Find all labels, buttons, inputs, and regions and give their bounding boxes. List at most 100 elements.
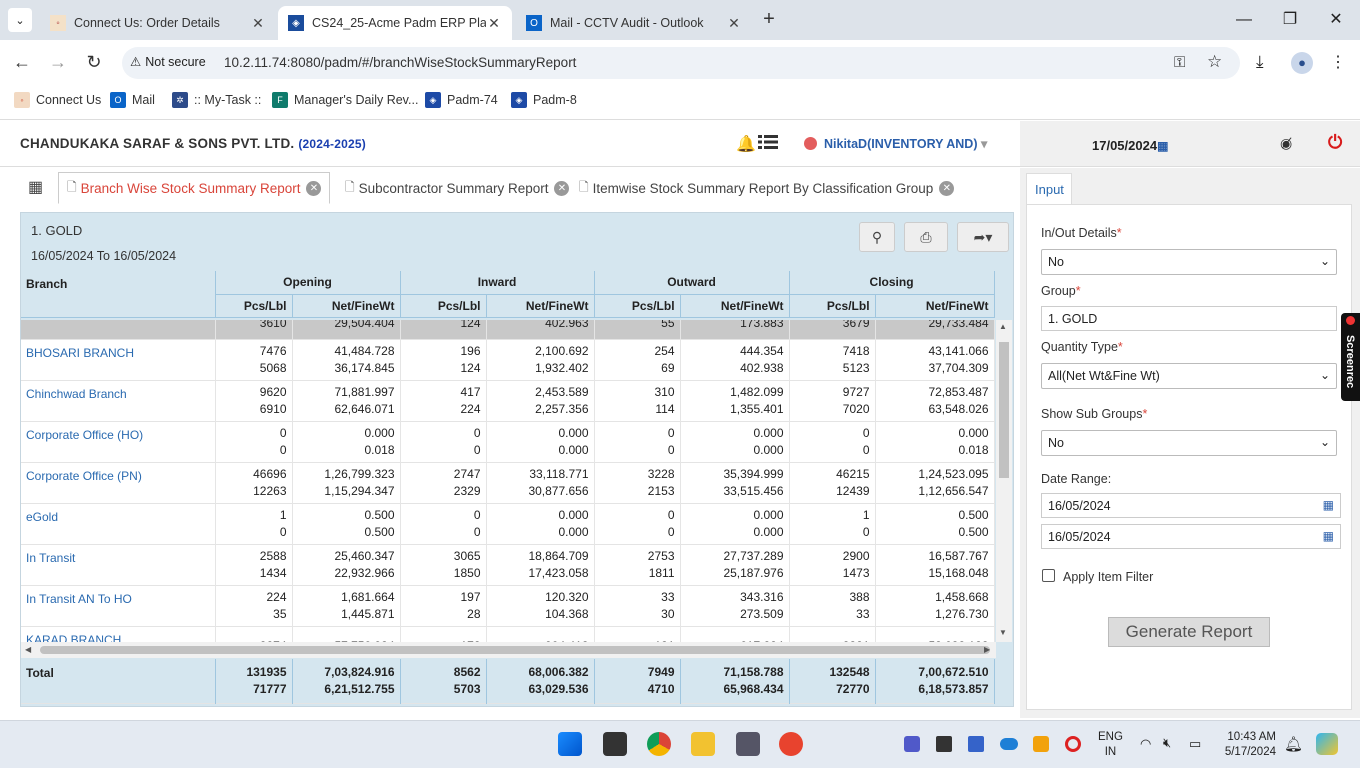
battery-icon[interactable]: ▭ xyxy=(1189,736,1201,752)
table-row[interactable]: Corporate Office (HO) 0 0 0.000 0.018 0 0 0.000… xyxy=(21,421,995,462)
notes-app-icon[interactable] xyxy=(603,732,627,756)
table-row[interactable]: eGold 1 0 0.500 0.500 0 0 0.000 0.000 0 0 0.000 0.00… xyxy=(21,503,995,544)
date-to-input[interactable]: 16/05/2024 ▦ xyxy=(1041,524,1341,549)
profile-avatar-icon[interactable]: ● xyxy=(1291,52,1313,74)
col-opening-wt[interactable]: Net/FineWt xyxy=(292,294,401,318)
bookmark-connect-us[interactable]: ◦ Connect Us xyxy=(14,92,101,108)
windows-start-icon[interactable] xyxy=(558,732,582,756)
apply-item-filter-label[interactable]: Apply Item Filter xyxy=(1063,570,1153,584)
bookmark-star-icon[interactable]: ☆ xyxy=(1207,52,1222,72)
branch-name[interactable]: BHOSARI BRANCH xyxy=(21,339,216,380)
wps-office-icon[interactable] xyxy=(779,732,803,756)
col-inward-wt[interactable]: Net/FineWt xyxy=(486,294,595,318)
reload-button[interactable]: ↻ xyxy=(82,50,106,74)
onedrive-icon[interactable] xyxy=(1000,738,1018,750)
branch-name[interactable]: eGold xyxy=(21,503,216,544)
table-row[interactable]: Chinchwad Branch 9620 6910 71,881.997 62,646… xyxy=(21,380,995,421)
share-button[interactable]: ➦▾ xyxy=(957,222,1009,252)
quantity-type-select[interactable]: All(Net Wt&Fine Wt) ⌄ xyxy=(1041,363,1337,389)
group-input[interactable]: 1. GOLD xyxy=(1041,306,1337,331)
table-row[interactable]: Corporate Office (PN) 46696 12263 1,26,799.… xyxy=(21,462,995,503)
restore-button[interactable]: ❐ xyxy=(1276,8,1304,32)
col-branch[interactable]: Branch xyxy=(21,271,216,318)
branch-name[interactable]: In Transit xyxy=(21,544,216,585)
bookmark-my-task[interactable]: ✲:: My-Task :: xyxy=(172,92,261,108)
table-row[interactable]: AKURDI BRANCH 3610 29,504.404 124 402.963 55 1… xyxy=(21,320,995,339)
calendar-icon[interactable]: ▦ xyxy=(1323,498,1334,512)
bell-icon[interactable]: 🔔 xyxy=(736,134,756,154)
tab-branch-wise-stock[interactable]: 🗋 Branch Wise Stock Summary Report ✕ xyxy=(58,172,331,204)
close-tab-icon[interactable]: ✕ xyxy=(554,180,570,196)
close-window-button[interactable]: ✕ xyxy=(1322,8,1350,32)
eye-hidden-icon[interactable]: ◉̸ xyxy=(1280,135,1292,152)
close-tab-icon[interactable]: ✕ xyxy=(939,180,955,196)
bookmark-mail[interactable]: O Mail xyxy=(110,92,155,108)
language-indicator[interactable]: ENG IN xyxy=(1098,730,1123,760)
apply-item-filter-checkbox[interactable] xyxy=(1042,569,1055,582)
bookmark-padm-74[interactable]: ◈ Padm-74 xyxy=(425,92,498,108)
table-row[interactable]: In Transit 2588 1434 25,460.347 22,932.966 30… xyxy=(21,544,995,585)
clock[interactable]: 10:43 AM 5/17/2024 xyxy=(1218,730,1276,760)
url-text[interactable]: 10.2.11.74:8080/padm/#/branchWiseStockSu… xyxy=(224,55,576,70)
date-from-input[interactable]: 16/05/2024 ▦ xyxy=(1041,493,1341,518)
password-key-icon[interactable]: ⚿ xyxy=(1174,54,1185,71)
table-row[interactable]: KARAD BRANCH827457,750.934178904.4131316… xyxy=(21,626,995,642)
inout-select[interactable]: No ⌄ xyxy=(1041,249,1337,275)
browser-menu-icon[interactable]: ⋮ xyxy=(1330,52,1346,72)
app-tray-icon[interactable] xyxy=(968,736,984,752)
new-tab-button[interactable]: + xyxy=(758,8,780,32)
show-subgroups-select[interactable]: No ⌄ xyxy=(1041,430,1337,456)
generate-report-button[interactable]: Generate Report xyxy=(1108,617,1270,647)
tab-subcontractor-summary[interactable]: 🗋 Subcontractor Summary Report ✕ xyxy=(336,172,578,204)
scroll-right-icon[interactable]: ▶ xyxy=(984,645,990,654)
browser-tab-connect-us[interactable]: ◦ Connect Us: Order Details ✕ xyxy=(40,6,276,40)
scroll-left-icon[interactable]: ◀ xyxy=(25,645,31,654)
branch-name[interactable]: In Transit AN To HO xyxy=(21,585,216,626)
col-outward-pcs[interactable]: Pcs/Lbl xyxy=(594,294,681,318)
tab-itemwise-stock-summary[interactable]: 🗋 Itemwise Stock Summary Report By Classi… xyxy=(570,172,963,204)
wifi-icon[interactable]: ◠ xyxy=(1140,736,1151,752)
location-button[interactable]: ⚲ xyxy=(859,222,895,252)
current-date[interactable]: 17/05/2024▦ xyxy=(1092,138,1168,153)
close-tab-icon[interactable]: ✕ xyxy=(250,15,266,32)
col-closing-pcs[interactable]: Pcs/Lbl xyxy=(789,294,876,318)
user-menu[interactable]: NikitaD(INVENTORY AND) ▾ xyxy=(824,136,987,151)
power-icon[interactable]: ⏻ xyxy=(1328,132,1342,153)
tab-search-button[interactable]: ⌄ xyxy=(8,8,32,32)
table-row[interactable]: BHOSARI BRANCH 7476 5068 41,484.728 36,174.8… xyxy=(21,339,995,380)
browser-tab-erp[interactable]: ◈ CS24_25-Acme Padm ERP Platfo ✕ xyxy=(278,6,512,40)
app-camera-icon[interactable] xyxy=(736,732,760,756)
app-tray-icon[interactable] xyxy=(936,736,952,752)
calendar-icon[interactable]: ▦ xyxy=(1323,529,1334,543)
download-icon[interactable]: ⤓ xyxy=(1256,52,1264,72)
security-indicator[interactable]: ⚠ Not secure xyxy=(130,54,206,70)
security-shield-icon[interactable] xyxy=(1033,736,1049,752)
col-closing-wt[interactable]: Net/FineWt xyxy=(875,294,995,318)
teams-icon[interactable] xyxy=(904,736,920,752)
file-explorer-icon[interactable] xyxy=(691,732,715,756)
scroll-down-icon[interactable]: ▼ xyxy=(999,628,1007,637)
print-button[interactable]: ⎙ xyxy=(904,222,948,252)
close-tab-icon[interactable]: ✕ xyxy=(306,180,322,196)
col-opening-pcs[interactable]: Pcs/Lbl xyxy=(215,294,293,318)
close-tab-icon[interactable]: ✕ xyxy=(726,15,742,32)
browser-tab-outlook[interactable]: O Mail - CCTV Audit - Outlook ✕ xyxy=(516,6,752,40)
scroll-up-icon[interactable]: ▲ xyxy=(999,322,1007,331)
volume-muted-icon[interactable]: 🔇︎ xyxy=(1163,735,1171,751)
tab-input[interactable]: Input xyxy=(1026,173,1072,205)
chrome-icon[interactable] xyxy=(647,732,671,756)
bookmark-padm-8[interactable]: ◈ Padm-8 xyxy=(511,92,577,108)
table-row[interactable]: In Transit AN To HO 224 35 1,681.664 1,445.8… xyxy=(21,585,995,626)
grid-menu-icon[interactable]: ▦ xyxy=(28,177,43,197)
branch-name[interactable]: KARAD BRANCH xyxy=(21,626,216,642)
record-tray-icon[interactable] xyxy=(1065,736,1081,752)
minimize-button[interactable]: — xyxy=(1230,8,1258,32)
screenrec-widget[interactable]: Screenrec xyxy=(1341,313,1360,401)
col-inward-pcs[interactable]: Pcs/Lbl xyxy=(400,294,487,318)
bookmark-managers-review[interactable]: F Manager's Daily Rev... xyxy=(272,92,418,108)
col-outward-wt[interactable]: Net/FineWt xyxy=(680,294,790,318)
branch-name[interactable]: Corporate Office (HO) xyxy=(21,421,216,462)
branch-name[interactable]: AKURDI BRANCH xyxy=(21,320,216,339)
forward-button[interactable]: → xyxy=(46,50,70,74)
list-menu-icon[interactable] xyxy=(758,134,778,150)
